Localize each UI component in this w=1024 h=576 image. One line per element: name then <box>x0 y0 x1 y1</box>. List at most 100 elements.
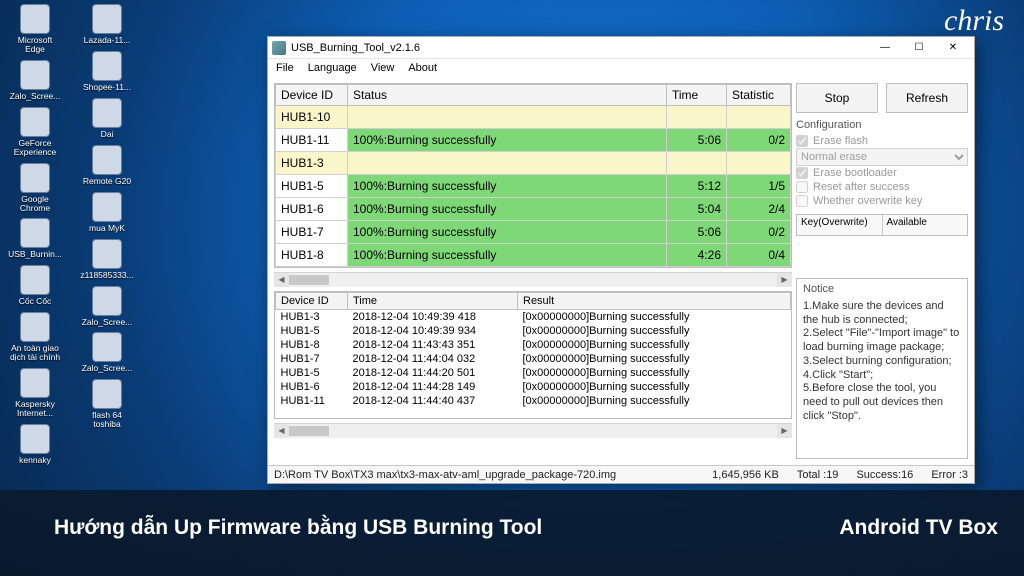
cell: HUB1-11 <box>276 394 348 408</box>
device-row[interactable]: HUB1-10 <box>276 106 791 129</box>
desktop-icon[interactable]: Kaspersky Internet... <box>8 368 62 418</box>
cell <box>348 152 667 175</box>
statusbar: D:\Rom TV Box\TX3 max\tx3-max-atv-aml_up… <box>268 465 974 483</box>
app-icon <box>20 312 50 342</box>
key-available-label: Available <box>883 215 968 235</box>
maximize-button[interactable]: ☐ <box>902 38 936 58</box>
desktop-icon[interactable]: Zalo_Scree... <box>8 60 62 101</box>
menu-view[interactable]: View <box>371 62 395 74</box>
cell: 5:06 <box>667 129 727 152</box>
desktop-icon[interactable]: Zalo_Scree... <box>80 332 134 373</box>
cell: HUB1-8 <box>276 244 348 267</box>
grid-h-scrollbar[interactable]: ◀ ▶ <box>274 272 792 287</box>
scroll-thumb[interactable] <box>289 426 329 436</box>
cell: 5:06 <box>667 221 727 244</box>
cell: 2018-12-04 11:44:28 149 <box>348 380 518 394</box>
device-row[interactable]: HUB1-6100%:Burning successfully5:042/4 <box>276 198 791 221</box>
menu-about[interactable]: About <box>408 62 437 74</box>
cell: [0x00000000]Burning successfully <box>518 380 791 394</box>
desktop-icon[interactable]: flash 64 toshiba <box>80 379 134 429</box>
desktop-icon[interactable]: Cốc Cốc <box>8 265 62 306</box>
cell: 2/4 <box>727 198 791 221</box>
column-header[interactable]: Status <box>348 85 667 106</box>
device-row[interactable]: HUB1-11100%:Burning successfully5:060/2 <box>276 129 791 152</box>
desktop-icon[interactable]: kennaky <box>8 424 62 465</box>
desktop-icons: Microsoft Edge Zalo_Scree... GeForce Exper… <box>8 4 134 465</box>
column-header[interactable]: Time <box>667 85 727 106</box>
scroll-right-icon[interactable]: ▶ <box>777 424 792 438</box>
menu-language[interactable]: Language <box>308 62 357 74</box>
reset-after-success-checkbox[interactable]: Reset after success <box>796 180 968 194</box>
desktop-icon[interactable]: Remote G20 <box>80 145 134 186</box>
desktop-icon[interactable]: Zalo_Scree... <box>80 286 134 327</box>
minimize-button[interactable]: — <box>868 38 902 58</box>
column-header[interactable]: Time <box>348 293 518 310</box>
icon-label: Shopee-11... <box>83 83 131 92</box>
log-row[interactable]: HUB1-112018-12-04 11:44:40 437[0x0000000… <box>276 394 791 408</box>
cell: 100%:Burning successfully <box>348 198 667 221</box>
notice-line: 3.Select burning configuration; <box>803 355 961 369</box>
app-icon <box>20 368 50 398</box>
refresh-button[interactable]: Refresh <box>886 83 968 113</box>
log-row[interactable]: HUB1-82018-12-04 11:43:43 351[0x00000000… <box>276 338 791 352</box>
overwrite-key-checkbox[interactable]: Whether overwrite key <box>796 194 968 208</box>
cell: [0x00000000]Burning successfully <box>518 366 791 380</box>
column-header[interactable]: Result <box>518 293 791 310</box>
icon-label: Kaspersky Internet... <box>8 400 62 418</box>
titlebar[interactable]: USB_Burning_Tool_v2.1.6 — ☐ ✕ <box>268 37 974 59</box>
scroll-right-icon[interactable]: ▶ <box>777 273 792 287</box>
cell: 5:12 <box>667 175 727 198</box>
device-row[interactable]: HUB1-5100%:Burning successfully5:121/5 <box>276 175 791 198</box>
device-row[interactable]: HUB1-3 <box>276 152 791 175</box>
log-row[interactable]: HUB1-72018-12-04 11:44:04 032[0x00000000… <box>276 352 791 366</box>
app-icon <box>92 286 122 316</box>
desktop-icon[interactable]: GeForce Experience <box>8 107 62 157</box>
desktop-icon[interactable]: USB_Burnin... <box>8 218 62 259</box>
cell: HUB1-11 <box>276 129 348 152</box>
desktop-icon[interactable]: Microsoft Edge <box>8 4 62 54</box>
icon-label: mua MyK <box>89 224 125 233</box>
cell: 2018-12-04 10:49:39 934 <box>348 324 518 338</box>
app-icon <box>92 4 122 34</box>
log-row[interactable]: HUB1-32018-12-04 10:49:39 418[0x00000000… <box>276 310 791 325</box>
desktop-icon[interactable]: Google Chrome <box>8 163 62 213</box>
log-row[interactable]: HUB1-52018-12-04 11:44:20 501[0x00000000… <box>276 366 791 380</box>
device-row[interactable]: HUB1-8100%:Burning successfully4:260/4 <box>276 244 791 267</box>
icon-label: Remote G20 <box>83 177 131 186</box>
cell: HUB1-10 <box>276 106 348 129</box>
scroll-left-icon[interactable]: ◀ <box>274 424 289 438</box>
app-icon <box>20 265 50 295</box>
column-header[interactable]: Device ID <box>276 293 348 310</box>
app-icon <box>20 60 50 90</box>
cell: HUB1-5 <box>276 366 348 380</box>
desktop-icon[interactable]: mua MyK <box>80 192 134 233</box>
erase-flash-checkbox[interactable]: Erase flash <box>796 134 968 148</box>
cell: HUB1-5 <box>276 324 348 338</box>
close-button[interactable]: ✕ <box>936 38 970 58</box>
stop-button[interactable]: Stop <box>796 83 878 113</box>
overlay-title-right: Android TV Box <box>839 516 998 540</box>
log-h-scrollbar[interactable]: ◀ ▶ <box>274 423 792 438</box>
desktop-icon[interactable]: Dai <box>80 98 134 139</box>
cell: HUB1-7 <box>276 352 348 366</box>
log-row[interactable]: HUB1-52018-12-04 10:49:39 934[0x00000000… <box>276 324 791 338</box>
scroll-thumb[interactable] <box>289 275 329 285</box>
app-icon <box>92 332 122 362</box>
erase-mode-select[interactable]: Normal erase <box>796 148 968 166</box>
column-header[interactable]: Device ID <box>276 85 348 106</box>
notice-line: 5.Before close the tool, you need to pul… <box>803 382 961 423</box>
desktop-icon[interactable]: An toàn giao dịch tài chính <box>8 312 62 362</box>
desktop-icon[interactable]: z118585333... <box>80 239 134 280</box>
scroll-left-icon[interactable]: ◀ <box>274 273 289 287</box>
cell: HUB1-3 <box>276 310 348 325</box>
log-row[interactable]: HUB1-62018-12-04 11:44:28 149[0x00000000… <box>276 380 791 394</box>
desktop-icon[interactable]: Lazada-11... <box>80 4 134 45</box>
erase-bootloader-checkbox[interactable]: Erase bootloader <box>796 166 968 180</box>
device-row[interactable]: HUB1-7100%:Burning successfully5:060/2 <box>276 221 791 244</box>
overlay-title-left: Hướng dẫn Up Firmware bằng USB Burning T… <box>54 516 542 540</box>
desktop-icon[interactable]: Shopee-11... <box>80 51 134 92</box>
config-title: Configuration <box>796 119 968 131</box>
column-header[interactable]: Statistic <box>727 85 791 106</box>
notice-line: 2.Select "File"-"Import image" to load b… <box>803 327 961 355</box>
menu-file[interactable]: File <box>276 62 294 74</box>
